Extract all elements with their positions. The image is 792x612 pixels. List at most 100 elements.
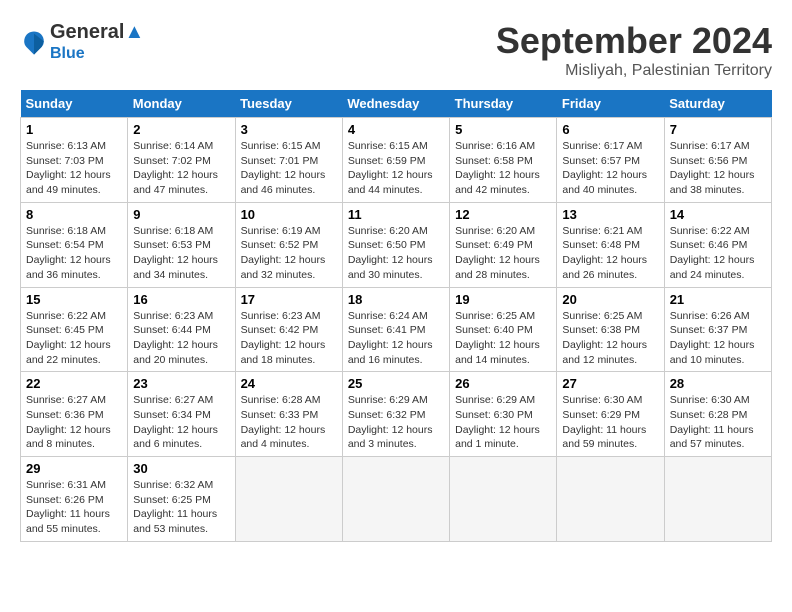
calendar-cell: 16Sunrise: 6:23 AM Sunset: 6:44 PM Dayli… [128, 287, 235, 372]
logo-icon [20, 28, 48, 56]
title-block: September 2024 Misliyah, Palestinian Ter… [496, 20, 772, 80]
day-number: 27 [562, 376, 658, 391]
day-number: 22 [26, 376, 122, 391]
day-number: 9 [133, 207, 229, 222]
calendar-cell: 11 Sunrise: 6:20 AM Sunset: 6:50 PM Dayli… [342, 202, 449, 287]
day-number: 4 [348, 122, 444, 137]
weekday-header: Saturday [664, 90, 771, 118]
day-info: Sunrise: 6:21 AM Sunset: 6:48 PM Dayligh… [562, 224, 658, 283]
day-number: 6 [562, 122, 658, 137]
calendar-cell [235, 457, 342, 542]
logo-text: General▲ Blue [50, 20, 144, 63]
day-info: Sunrise: 6:15 AM Sunset: 7:01 PM Dayligh… [241, 139, 337, 198]
day-info: Sunrise: 6:20 AM Sunset: 6:49 PM Dayligh… [455, 224, 551, 283]
calendar-week-row: 15 Sunrise: 6:22 AM Sunset: 6:45 PM Dayli… [21, 287, 772, 372]
calendar-cell: 22 Sunrise: 6:27 AM Sunset: 6:36 PM Dayli… [21, 372, 128, 457]
calendar-cell: 13 Sunrise: 6:21 AM Sunset: 6:48 PM Dayli… [557, 202, 664, 287]
calendar-week-row: 29 Sunrise: 6:31 AM Sunset: 6:26 PM Dayli… [21, 457, 772, 542]
day-info: Sunrise: 6:18 AM Sunset: 6:53 PM Dayligh… [133, 224, 229, 283]
day-info: Sunrise: 6:32 AM Sunset: 6:25 PM Dayligh… [133, 478, 229, 537]
day-info: Sunrise: 6:13 AM Sunset: 7:03 PM Dayligh… [26, 139, 122, 198]
calendar-cell [342, 457, 449, 542]
weekday-header: Thursday [450, 90, 557, 118]
calendar-cell: 3 Sunrise: 6:15 AM Sunset: 7:01 PM Daylig… [235, 118, 342, 203]
calendar-week-row: 22 Sunrise: 6:27 AM Sunset: 6:36 PM Dayli… [21, 372, 772, 457]
day-number: 17 [241, 292, 337, 307]
day-info: Sunrise: 6:15 AM Sunset: 6:59 PM Dayligh… [348, 139, 444, 198]
calendar-cell: 7Sunrise: 6:17 AM Sunset: 6:56 PM Daylig… [664, 118, 771, 203]
day-info: Sunrise: 6:18 AM Sunset: 6:54 PM Dayligh… [26, 224, 122, 283]
calendar-cell: 25Sunrise: 6:29 AM Sunset: 6:32 PM Dayli… [342, 372, 449, 457]
day-number: 2 [133, 122, 229, 137]
weekday-header: Sunday [21, 90, 128, 118]
day-number: 18 [348, 292, 444, 307]
day-number: 1 [26, 122, 122, 137]
day-info: Sunrise: 6:30 AM Sunset: 6:29 PM Dayligh… [562, 393, 658, 452]
calendar-cell: 20Sunrise: 6:25 AM Sunset: 6:38 PM Dayli… [557, 287, 664, 372]
day-number: 15 [26, 292, 122, 307]
calendar-cell: 6 Sunrise: 6:17 AM Sunset: 6:57 PM Daylig… [557, 118, 664, 203]
weekday-header: Wednesday [342, 90, 449, 118]
weekday-header: Monday [128, 90, 235, 118]
day-info: Sunrise: 6:19 AM Sunset: 6:52 PM Dayligh… [241, 224, 337, 283]
calendar-cell: 17 Sunrise: 6:23 AM Sunset: 6:42 PM Dayli… [235, 287, 342, 372]
day-number: 23 [133, 376, 229, 391]
day-info: Sunrise: 6:22 AM Sunset: 6:45 PM Dayligh… [26, 309, 122, 368]
calendar-cell: 24Sunrise: 6:28 AM Sunset: 6:33 PM Dayli… [235, 372, 342, 457]
day-info: Sunrise: 6:22 AM Sunset: 6:46 PM Dayligh… [670, 224, 766, 283]
day-number: 24 [241, 376, 337, 391]
month-title: September 2024 [496, 20, 772, 62]
day-info: Sunrise: 6:25 AM Sunset: 6:38 PM Dayligh… [562, 309, 658, 368]
day-number: 29 [26, 461, 122, 476]
calendar-cell: 4 Sunrise: 6:15 AM Sunset: 6:59 PM Daylig… [342, 118, 449, 203]
calendar-cell [664, 457, 771, 542]
calendar-cell: 23Sunrise: 6:27 AM Sunset: 6:34 PM Dayli… [128, 372, 235, 457]
location-title: Misliyah, Palestinian Territory [496, 62, 772, 80]
calendar-cell: 12 Sunrise: 6:20 AM Sunset: 6:49 PM Dayli… [450, 202, 557, 287]
day-number: 8 [26, 207, 122, 222]
calendar-cell: 14Sunrise: 6:22 AM Sunset: 6:46 PM Dayli… [664, 202, 771, 287]
day-number: 26 [455, 376, 551, 391]
calendar-cell: 30 Sunrise: 6:32 AM Sunset: 6:25 PM Dayli… [128, 457, 235, 542]
day-info: Sunrise: 6:29 AM Sunset: 6:30 PM Dayligh… [455, 393, 551, 452]
calendar-cell [557, 457, 664, 542]
day-info: Sunrise: 6:14 AM Sunset: 7:02 PM Dayligh… [133, 139, 229, 198]
calendar-cell: 10 Sunrise: 6:19 AM Sunset: 6:52 PM Dayli… [235, 202, 342, 287]
page-header: General▲ Blue September 2024 Misliyah, P… [20, 20, 772, 80]
calendar-cell: 9 Sunrise: 6:18 AM Sunset: 6:53 PM Daylig… [128, 202, 235, 287]
calendar-cell: 26 Sunrise: 6:29 AM Sunset: 6:30 PM Dayli… [450, 372, 557, 457]
day-info: Sunrise: 6:30 AM Sunset: 6:28 PM Dayligh… [670, 393, 766, 452]
day-number: 3 [241, 122, 337, 137]
day-info: Sunrise: 6:17 AM Sunset: 6:57 PM Dayligh… [562, 139, 658, 198]
calendar-cell: 28 Sunrise: 6:30 AM Sunset: 6:28 PM Dayli… [664, 372, 771, 457]
day-number: 28 [670, 376, 766, 391]
logo: General▲ Blue [20, 20, 144, 63]
calendar-cell: 2 Sunrise: 6:14 AM Sunset: 7:02 PM Daylig… [128, 118, 235, 203]
day-info: Sunrise: 6:31 AM Sunset: 6:26 PM Dayligh… [26, 478, 122, 537]
day-info: Sunrise: 6:25 AM Sunset: 6:40 PM Dayligh… [455, 309, 551, 368]
calendar-cell: 21Sunrise: 6:26 AM Sunset: 6:37 PM Dayli… [664, 287, 771, 372]
day-number: 11 [348, 207, 444, 222]
day-number: 12 [455, 207, 551, 222]
calendar-week-row: 1 Sunrise: 6:13 AM Sunset: 7:03 PM Daylig… [21, 118, 772, 203]
day-number: 30 [133, 461, 229, 476]
weekday-header-row: SundayMondayTuesdayWednesdayThursdayFrid… [21, 90, 772, 118]
day-info: Sunrise: 6:16 AM Sunset: 6:58 PM Dayligh… [455, 139, 551, 198]
calendar-cell: 19 Sunrise: 6:25 AM Sunset: 6:40 PM Dayli… [450, 287, 557, 372]
day-info: Sunrise: 6:27 AM Sunset: 6:36 PM Dayligh… [26, 393, 122, 452]
day-info: Sunrise: 6:29 AM Sunset: 6:32 PM Dayligh… [348, 393, 444, 452]
calendar-week-row: 8 Sunrise: 6:18 AM Sunset: 6:54 PM Daylig… [21, 202, 772, 287]
calendar-cell: 1 Sunrise: 6:13 AM Sunset: 7:03 PM Daylig… [21, 118, 128, 203]
day-number: 10 [241, 207, 337, 222]
calendar-cell: 15 Sunrise: 6:22 AM Sunset: 6:45 PM Dayli… [21, 287, 128, 372]
calendar-cell: 18Sunrise: 6:24 AM Sunset: 6:41 PM Dayli… [342, 287, 449, 372]
calendar-cell: 27 Sunrise: 6:30 AM Sunset: 6:29 PM Dayli… [557, 372, 664, 457]
calendar-cell: 5Sunrise: 6:16 AM Sunset: 6:58 PM Daylig… [450, 118, 557, 203]
weekday-header: Friday [557, 90, 664, 118]
day-info: Sunrise: 6:23 AM Sunset: 6:42 PM Dayligh… [241, 309, 337, 368]
calendar-cell: 29 Sunrise: 6:31 AM Sunset: 6:26 PM Dayli… [21, 457, 128, 542]
weekday-header: Tuesday [235, 90, 342, 118]
day-number: 19 [455, 292, 551, 307]
day-info: Sunrise: 6:20 AM Sunset: 6:50 PM Dayligh… [348, 224, 444, 283]
day-number: 13 [562, 207, 658, 222]
